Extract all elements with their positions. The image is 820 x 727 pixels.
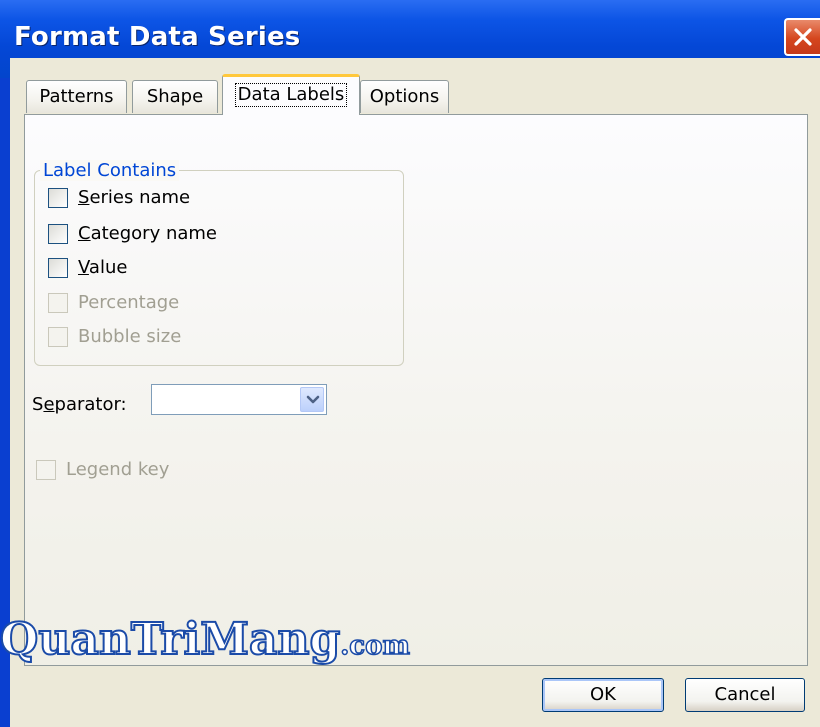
percentage-label: Percentage (78, 292, 180, 313)
value-checkbox[interactable] (48, 258, 68, 278)
separator-dropdown-button[interactable] (300, 387, 324, 412)
bubble-size-label: Bubble size (78, 326, 182, 347)
separator-select[interactable] (151, 384, 327, 415)
cancel-button[interactable]: Cancel (685, 678, 805, 712)
bubble-size-checkbox (48, 327, 68, 347)
legend-key-label: Legend key (66, 459, 170, 480)
tab-label: Patterns (39, 86, 114, 107)
category-name-checkbox[interactable] (48, 224, 68, 244)
tab-strip: Patterns Shape Data Labels Options (10, 58, 820, 118)
tab-label: Options (369, 86, 440, 107)
series-name-checkbox[interactable] (48, 188, 68, 208)
close-button[interactable] (784, 18, 820, 56)
separator-label: Separator: (32, 394, 127, 415)
tab-patterns[interactable]: Patterns (26, 80, 127, 113)
value-label: Value (78, 257, 128, 278)
dialog-title: Format Data Series (14, 22, 301, 52)
watermark-suffix: .com (339, 630, 410, 662)
tab-options[interactable]: Options (360, 80, 449, 113)
tab-label: Data Labels (234, 83, 348, 107)
category-name-label: Category name (78, 223, 217, 244)
watermark-text: QuanTriMang (0, 613, 341, 666)
legend-key-checkbox (36, 460, 56, 480)
watermark-logo: QuanTriMang.com (0, 613, 411, 666)
tab-data-labels[interactable]: Data Labels (222, 74, 360, 115)
label-contains-title: Label Contains (40, 160, 180, 181)
percentage-checkbox (48, 293, 68, 313)
tab-label: Shape (146, 86, 204, 107)
dialog-window: Format Data Series Patterns Shape Data L… (0, 0, 820, 727)
tab-shape[interactable]: Shape (132, 80, 218, 113)
series-name-label: Series name (78, 187, 191, 208)
ok-button[interactable]: OK (542, 678, 664, 712)
